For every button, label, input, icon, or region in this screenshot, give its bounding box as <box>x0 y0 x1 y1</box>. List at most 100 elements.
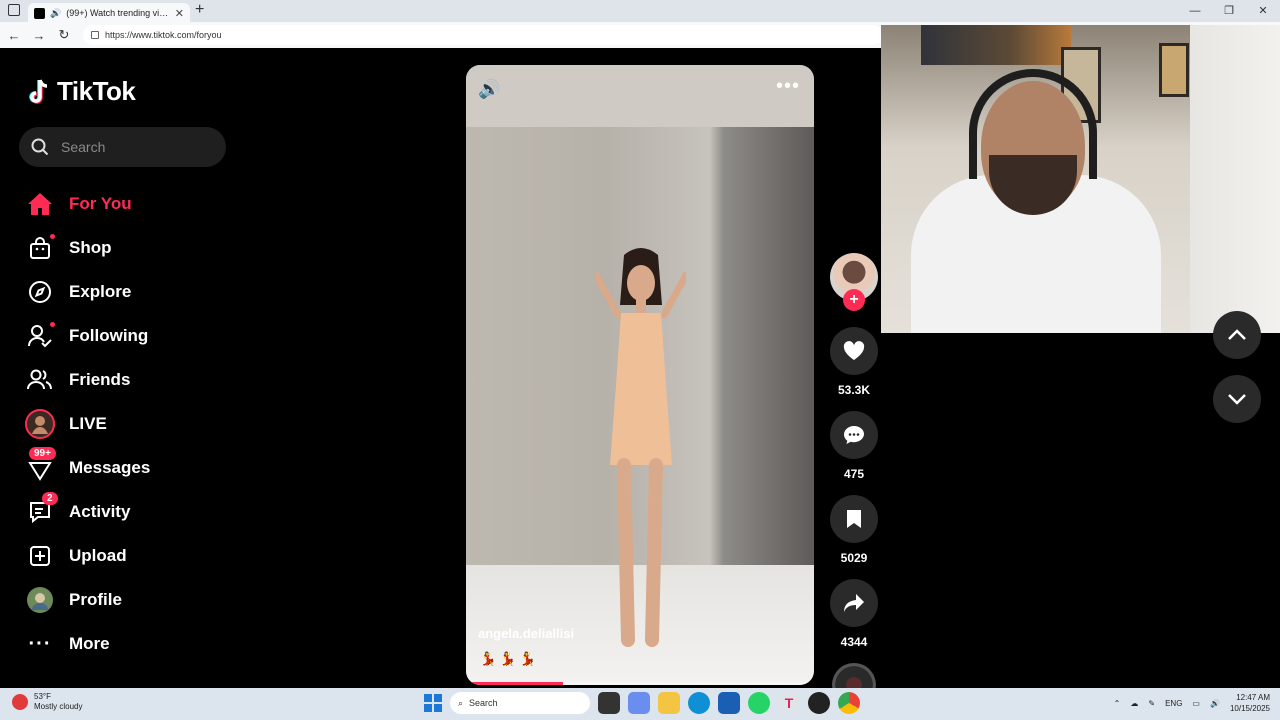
language-indicator[interactable]: ENG <box>1165 699 1182 708</box>
close-window-button[interactable]: ✕ <box>1246 0 1280 22</box>
taskbar-search[interactable]: ⌕ Search <box>450 692 590 714</box>
sidebar-toggle-icon[interactable] <box>8 4 20 16</box>
save-button[interactable] <box>830 495 878 543</box>
windows-start-icon[interactable] <box>424 694 442 712</box>
webcam-wall-frame <box>1159 43 1189 97</box>
comment-icon <box>844 426 864 444</box>
t-app-icon[interactable]: T <box>778 692 800 714</box>
recorder-icon[interactable] <box>808 692 830 714</box>
pen-icon[interactable]: ✎ <box>1148 699 1155 708</box>
previous-video-button[interactable] <box>1213 311 1261 359</box>
compass-icon <box>25 277 55 307</box>
sidebar-item-following[interactable]: Following <box>23 314 233 358</box>
sidebar-item-activity[interactable]: 2 Activity <box>23 490 233 534</box>
bookmark-icon <box>847 510 861 528</box>
webcam-door <box>1190 25 1280 333</box>
search-icon <box>31 138 49 156</box>
sidebar-nav: For You Shop Explore Following Friends L… <box>23 182 233 666</box>
sidebar-item-label: Friends <box>69 370 131 389</box>
activity-icon: 2 <box>25 492 58 527</box>
network-icon[interactable]: ▭ <box>1192 699 1200 708</box>
edge-browser-icon[interactable] <box>688 692 710 714</box>
file-explorer-icon[interactable] <box>658 692 680 714</box>
comment-button[interactable] <box>830 411 878 459</box>
share-button[interactable] <box>830 579 878 627</box>
video-progress-bar[interactable] <box>466 682 814 685</box>
cloud-icon[interactable]: ☁ <box>1130 699 1138 708</box>
video-more-options-icon[interactable]: ••• <box>776 75 800 98</box>
profile-avatar-icon <box>25 585 55 615</box>
new-tab-button[interactable]: + <box>195 1 204 19</box>
sidebar-item-label: LIVE <box>69 414 107 433</box>
lock-icon <box>91 31 99 39</box>
video-author[interactable]: angela.deliallisi <box>478 626 574 641</box>
sidebar-item-label: Messages <box>69 458 151 477</box>
video-caption: 💃 💃 💃 <box>480 651 536 666</box>
chevron-up-icon[interactable]: ⌃ <box>1114 699 1121 708</box>
webcam-overlay <box>881 25 1280 333</box>
speaker-icon: 🔊 <box>50 7 62 18</box>
share-arrow-icon <box>844 594 864 612</box>
next-video-button[interactable] <box>1213 375 1261 423</box>
chevron-down-icon <box>1228 394 1246 405</box>
sidebar-item-label: Upload <box>69 546 127 565</box>
whatsapp-icon[interactable] <box>748 692 770 714</box>
weather-widget[interactable]: 53°F Mostly cloudy <box>12 692 82 712</box>
volume-icon[interactable]: 🔊 <box>1210 699 1220 708</box>
sidebar-item-live[interactable]: LIVE <box>23 402 233 446</box>
save-count: 5029 <box>840 551 868 565</box>
search-input[interactable] <box>61 139 211 155</box>
forward-button[interactable]: → <box>28 28 50 43</box>
friends-icon <box>25 365 55 395</box>
video-player[interactable]: 🔊 ••• angela.deliallisi 💃 💃 💃 <box>466 65 814 685</box>
search-bar[interactable] <box>19 127 226 167</box>
weather-desc: Mostly cloudy <box>34 702 83 711</box>
sidebar-item-friends[interactable]: Friends <box>23 358 233 402</box>
tiktok-favicon-icon <box>34 7 45 19</box>
minimize-button[interactable]: — <box>1178 0 1212 22</box>
reload-button[interactable]: ↻ <box>53 27 75 43</box>
sidebar-item-profile[interactable]: Profile <box>23 578 233 622</box>
comment-count: 475 <box>843 467 865 481</box>
more-dots-icon: ··· <box>28 632 52 655</box>
tab-title: (99+) Watch trending videos <box>66 8 170 18</box>
sidebar-item-label: Activity <box>69 502 131 521</box>
taskbar-clock[interactable]: 12:47 AM 10/15/2025 <box>1230 692 1270 714</box>
shop-bag-icon <box>25 233 55 263</box>
back-button[interactable]: ← <box>3 28 25 43</box>
copilot-icon[interactable] <box>628 692 650 714</box>
clock-time: 12:47 AM <box>1236 693 1270 702</box>
browser-tab[interactable]: 🔊 (99+) Watch trending videos ✕ <box>28 3 190 23</box>
follow-button[interactable]: + <box>843 289 865 311</box>
tiktok-note-icon <box>29 78 48 104</box>
sidebar-item-messages[interactable]: 99+ Messages <box>23 446 233 490</box>
store-icon[interactable] <box>718 692 740 714</box>
video-actions: + 53.3K 475 5029 4344 <box>829 253 879 707</box>
video-dancer-figure <box>596 248 686 647</box>
task-view-icon[interactable] <box>598 692 620 714</box>
url-field[interactable]: https://www.tiktok.com/foryou <box>83 25 883 45</box>
creator-avatar[interactable]: + <box>830 253 878 311</box>
clock-date: 10/15/2025 <box>1229 704 1270 713</box>
sidebar-item-explore[interactable]: Explore <box>23 270 233 314</box>
volume-icon[interactable]: 🔊 <box>478 79 500 100</box>
activity-badge: 2 <box>42 492 58 505</box>
taskbar-search-label: Search <box>469 698 498 708</box>
video-ceiling <box>466 65 814 127</box>
logo-text: TikTok <box>57 76 136 106</box>
sidebar-item-shop[interactable]: Shop <box>23 226 233 270</box>
chrome-icon[interactable] <box>838 692 860 714</box>
notification-dot <box>50 322 55 327</box>
sidebar-item-more[interactable]: ··· More <box>23 622 233 666</box>
restore-button[interactable]: ❐ <box>1212 0 1246 22</box>
tiktok-logo[interactable]: TikTok <box>27 76 136 107</box>
messages-icon: 99+ <box>25 447 56 483</box>
like-button[interactable] <box>830 327 878 375</box>
like-count: 53.3K <box>837 383 871 397</box>
sidebar-item-for-you[interactable]: For You <box>23 182 233 226</box>
sidebar-item-upload[interactable]: Upload <box>23 534 233 578</box>
heart-icon <box>843 341 865 360</box>
tab-close-icon[interactable]: ✕ <box>175 7 184 20</box>
browser-titlebar: 🔊 (99+) Watch trending videos ✕ + — ❐ ✕ <box>0 0 1280 23</box>
sidebar-item-label: Shop <box>69 238 112 257</box>
